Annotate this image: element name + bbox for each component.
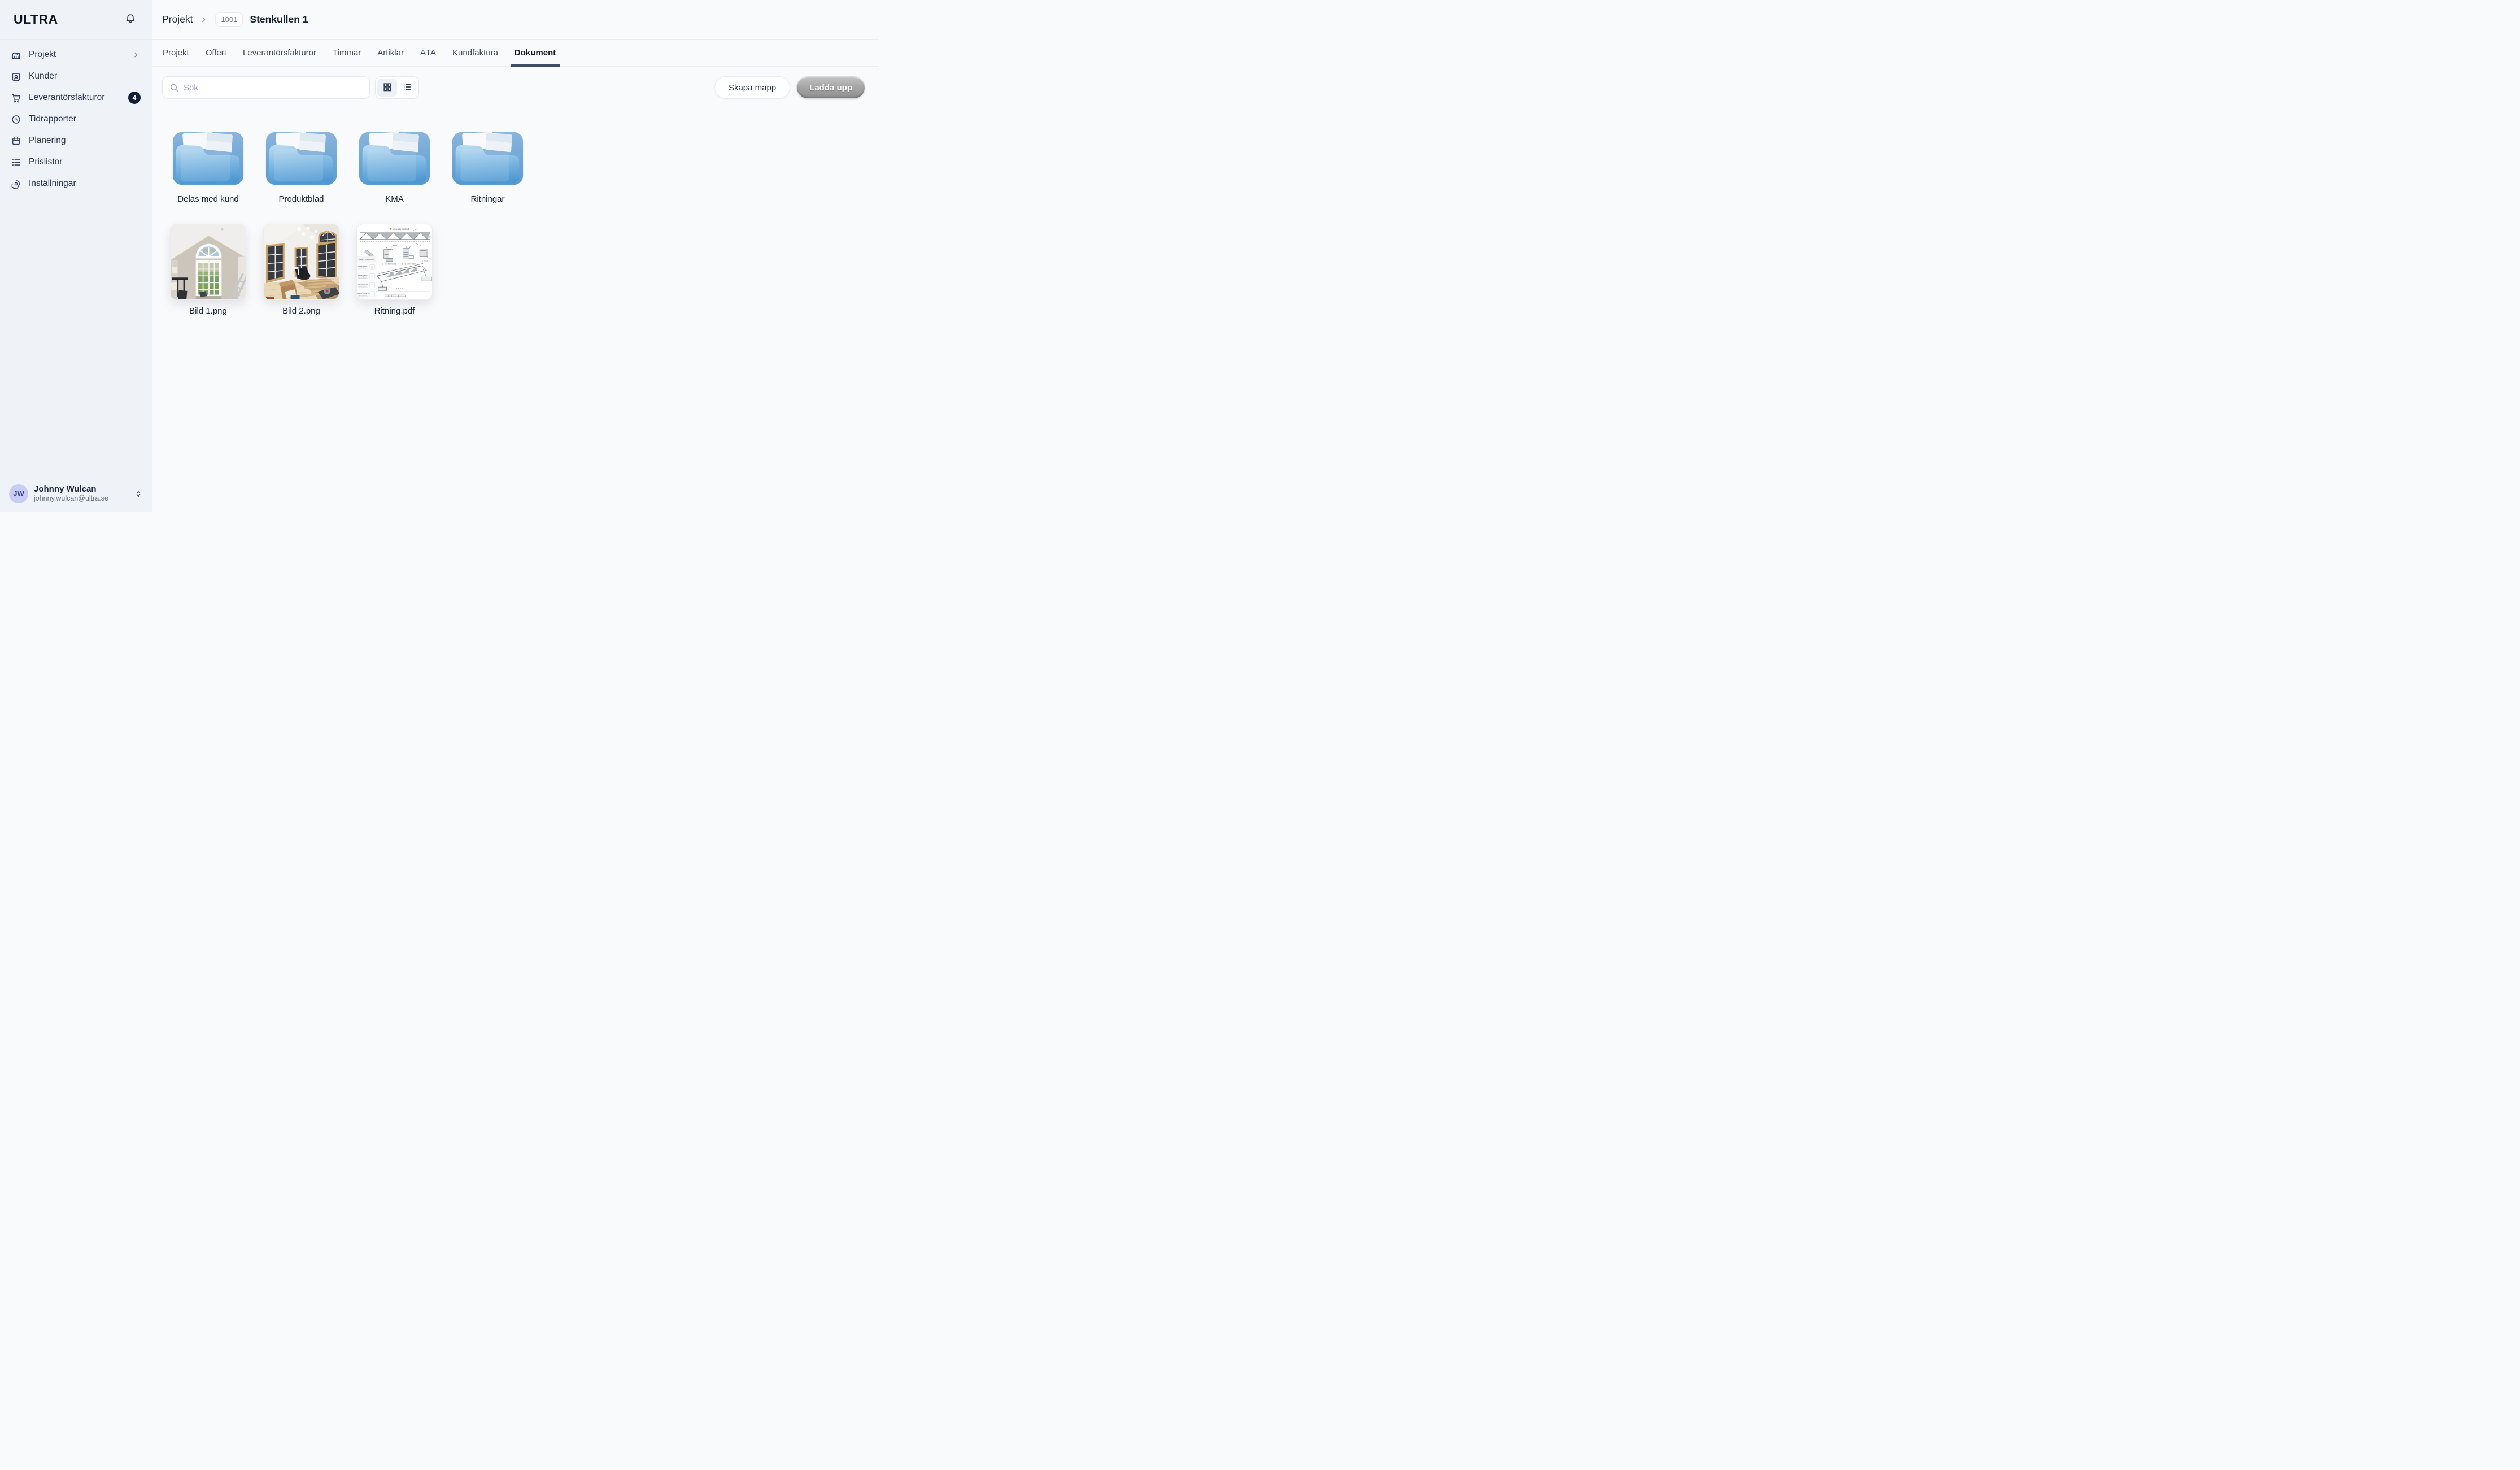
breadcrumb-projekt-link[interactable]: Projekt	[162, 14, 193, 25]
user-name: Johnny Wulcan	[34, 484, 128, 495]
building-icon	[10, 49, 21, 60]
svg-text:Upload compl: Upload compl	[358, 268, 368, 270]
photo-bild1	[171, 224, 246, 300]
list-icon	[10, 156, 21, 168]
file-bild-2-png[interactable]: Bild 2.png	[263, 224, 339, 316]
tab-timmar[interactable]: Timmar	[332, 40, 361, 66]
folder-icon	[264, 128, 338, 188]
tab-projekt[interactable]: Projekt	[162, 40, 190, 66]
avatar: JW	[9, 484, 28, 503]
calendar-icon	[10, 135, 21, 146]
sidebar-nav: Projekt Kunder Leverantörsfakturor 4	[0, 40, 152, 194]
documents-toolbar: Skapa mapp Ladda upp	[162, 76, 865, 99]
svg-text:Bridge-drawing: Bridge-drawing	[392, 228, 409, 230]
grid-view-icon	[382, 82, 393, 94]
folder-icon	[357, 128, 431, 188]
sidebar-item-leverantorsfakturor[interactable]: Leverantörsfakturor 4	[6, 87, 146, 108]
sidebar: ULTRA Projekt Kunder	[0, 0, 152, 512]
tab-leverantorsfakturor[interactable]: Leverantörsfakturor	[242, 40, 317, 66]
sidebar-header: ULTRA	[0, 0, 152, 40]
app-window: ULTRA Projekt Kunder	[0, 0, 879, 512]
project-tabs: Projekt Offert Leverantörsfakturor Timma…	[152, 40, 879, 67]
svg-text:DET 2: DET 2	[422, 260, 428, 262]
svg-text:SEKTION D - D: SEKTION D - D	[382, 263, 396, 265]
file-ritning-pdf[interactable]: Bridge-drawing A-A DETAIL 1 SEKTION D -	[356, 224, 433, 316]
search-input[interactable]	[184, 83, 363, 93]
file-thumbnail: Bridge-drawing A-A DETAIL 1 SEKTION D -	[356, 224, 433, 300]
files-row: Bild 1.png	[170, 224, 865, 316]
tab-dokument[interactable]: Dokument	[514, 40, 556, 66]
cart-icon	[10, 92, 21, 103]
clock-icon	[10, 114, 21, 125]
tab-offert[interactable]: Offert	[205, 40, 227, 66]
grid-view-button[interactable]	[377, 79, 397, 97]
create-folder-button[interactable]: Skapa mapp	[714, 76, 790, 99]
bell-icon	[125, 13, 136, 26]
tab-artiklar[interactable]: Artiklar	[377, 40, 404, 66]
svg-text:VY 3D: VY 3D	[396, 287, 403, 290]
search-icon	[169, 83, 179, 93]
updown-chevron-icon	[134, 489, 143, 498]
sidebar-item-prislistor[interactable]: Prislistor	[6, 151, 146, 173]
file-bild-1-png[interactable]: Bild 1.png	[170, 224, 246, 316]
pdf-preview-bridge-drawing: Bridge-drawing A-A DETAIL 1 SEKTION D -	[357, 224, 433, 300]
gear-icon	[10, 178, 21, 189]
main-area: Projekt 1001 Stenkullen 1 Projekt Offert…	[152, 0, 879, 512]
file-thumbnail	[263, 224, 339, 300]
chevron-right-icon	[199, 15, 208, 24]
svg-text:Upload compl: Upload compl	[358, 295, 368, 297]
id-card-icon	[10, 71, 21, 82]
view-mode-toggle	[375, 76, 419, 99]
svg-text:Upload compl: Upload compl	[358, 277, 368, 279]
folder-kma[interactable]: KMA	[356, 128, 433, 204]
folder-icon	[171, 128, 245, 188]
svg-text:SEKTION C - C: SEKTION C - C	[401, 263, 415, 265]
brand-logo: ULTRA	[14, 12, 58, 27]
svg-text:Uploaded 4 files: Uploaded 4 files	[359, 259, 374, 261]
breadcrumb: Projekt 1001 Stenkullen 1	[152, 0, 879, 40]
notifications-button[interactable]	[123, 12, 138, 28]
folder-icon	[451, 128, 525, 188]
folder-delas-med-kund[interactable]: Delas med kund	[170, 128, 246, 204]
folders-row: Delas med kund Produktblad	[170, 128, 865, 204]
chevron-right-icon	[132, 50, 141, 59]
unread-count-badge: 4	[128, 92, 141, 104]
project-number-badge: 1001	[215, 12, 243, 27]
sidebar-item-installningar[interactable]: Inställningar	[6, 173, 146, 194]
photo-bild2	[264, 224, 339, 300]
tab-ata[interactable]: ÄTA	[420, 40, 437, 66]
sidebar-item-projekt[interactable]: Projekt	[6, 44, 146, 66]
documents-grid: Delas med kund Produktblad	[152, 99, 879, 316]
sidebar-item-planering[interactable]: Planering	[6, 130, 146, 151]
search-box	[162, 76, 370, 99]
file-thumbnail	[170, 224, 246, 300]
tab-kundfaktura[interactable]: Kundfaktura	[452, 40, 499, 66]
list-view-button[interactable]	[397, 79, 417, 97]
folder-ritningar[interactable]: Ritningar	[450, 128, 526, 204]
svg-text:Upload compl: Upload compl	[358, 286, 368, 288]
page-title: Stenkullen 1	[250, 14, 308, 25]
svg-text:A-A: A-A	[393, 243, 397, 246]
user-menu[interactable]: JW Johnny Wulcan johnny.wulcan@ultra.se	[0, 476, 152, 512]
upload-button[interactable]: Ladda upp	[796, 76, 865, 99]
user-email: johnny.wulcan@ultra.se	[34, 494, 128, 503]
list-view-icon	[402, 82, 412, 94]
sidebar-item-kunder[interactable]: Kunder	[6, 66, 146, 87]
folder-produktblad[interactable]: Produktblad	[263, 128, 339, 204]
sidebar-item-tidrapporter[interactable]: Tidrapporter	[6, 108, 146, 130]
